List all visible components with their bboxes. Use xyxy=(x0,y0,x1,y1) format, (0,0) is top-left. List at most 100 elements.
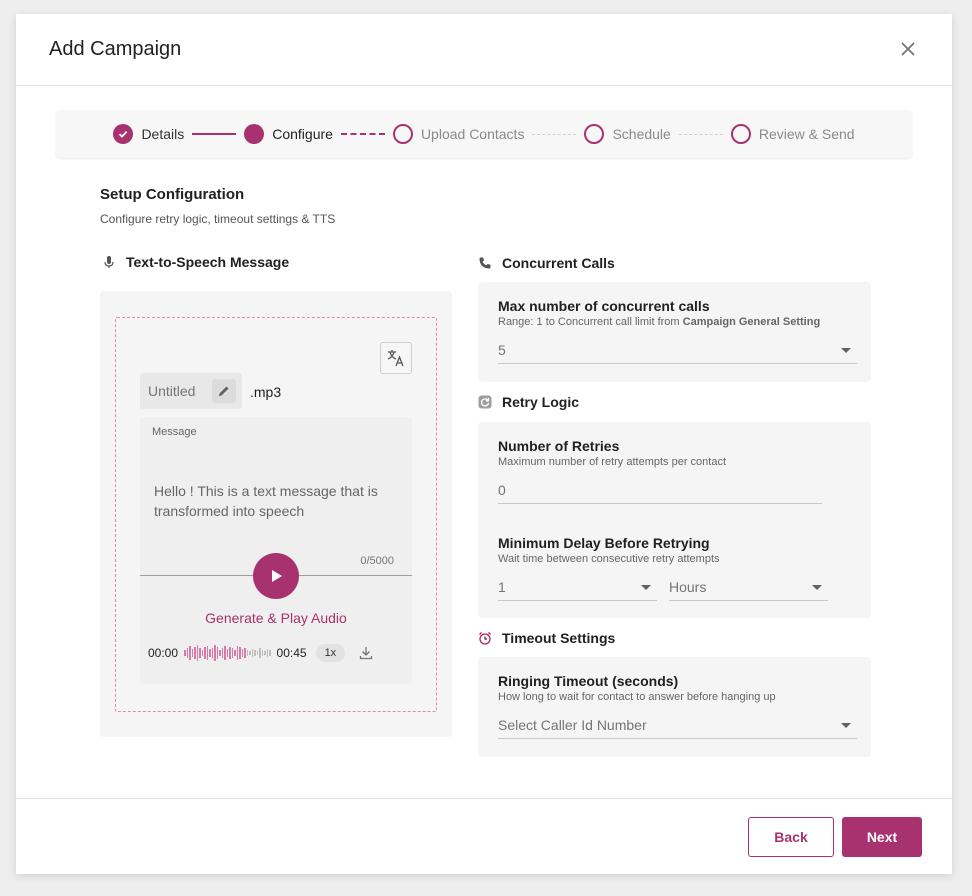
dropdown-arrow-icon xyxy=(841,723,851,728)
waveform-bar xyxy=(239,647,241,659)
active-step-icon xyxy=(244,124,265,144)
message-textarea[interactable]: Message Hello ! This is a text message t… xyxy=(140,417,412,684)
filename-field[interactable]: Untitled xyxy=(140,373,242,409)
concurrent-heading: Concurrent Calls xyxy=(478,255,615,271)
campaign-stepper: Details Configure Upload Contacts Schedu… xyxy=(56,110,912,158)
waveform-bar xyxy=(229,647,231,659)
step-label: Details xyxy=(141,126,185,142)
waveform-bar xyxy=(184,650,186,656)
step-schedule[interactable]: Schedule xyxy=(584,124,671,144)
step-label: Upload Contacts xyxy=(420,126,525,142)
message-label: Message xyxy=(152,426,197,438)
waveform-bar xyxy=(249,651,251,655)
translate-icon xyxy=(387,350,404,367)
step-details[interactable]: Details xyxy=(113,124,184,144)
concurrent-help-link: Campaign General Setting xyxy=(682,316,821,328)
delay-unit: Hours xyxy=(669,579,707,595)
retries-value: 0 xyxy=(498,482,506,498)
ringing-timeout-label: Ringing Timeout (seconds) xyxy=(498,673,679,689)
waveform-bar xyxy=(196,645,199,661)
caller-id-placeholder: Select Caller Id Number xyxy=(498,717,647,733)
waveform-bar xyxy=(214,645,216,661)
step-connector xyxy=(532,133,577,135)
waveform-bar xyxy=(199,648,201,658)
waveform-bar xyxy=(209,649,211,657)
delay-unit-select[interactable]: Hours xyxy=(669,577,828,601)
waveform-bar xyxy=(236,646,239,660)
waveform-bar xyxy=(186,648,189,658)
retry-logic-card: Number of Retries Maximum number of retr… xyxy=(478,422,871,618)
delay-label: Minimum Delay Before Retrying xyxy=(498,535,710,551)
waveform-bar xyxy=(191,649,194,657)
waveform-bar xyxy=(219,650,221,656)
caller-id-select[interactable]: Select Caller Id Number xyxy=(498,715,857,739)
dropdown-arrow-icon xyxy=(841,348,851,353)
waveform-bar xyxy=(221,648,224,658)
tts-heading: Text-to-Speech Message xyxy=(102,254,289,270)
concurrent-label: Max number of concurrent calls xyxy=(498,298,710,314)
step-review-send[interactable]: Review & Send xyxy=(730,124,855,144)
tts-dropzone: Untitled .mp3 Message Hello ! This is a … xyxy=(115,317,437,712)
back-button[interactable]: Back xyxy=(748,817,834,857)
play-button[interactable] xyxy=(253,553,299,599)
delay-value-select[interactable]: 1 xyxy=(498,577,657,601)
audio-player: 00:00 00:45 1x xyxy=(148,643,404,663)
close-icon[interactable] xyxy=(900,41,916,57)
modal-header: Add Campaign xyxy=(16,14,952,86)
download-icon[interactable] xyxy=(359,646,373,660)
section-title: Setup Configuration xyxy=(100,186,245,203)
message-text: Hello ! This is a text message that is t… xyxy=(154,483,378,519)
waveform-bar xyxy=(246,650,249,656)
microphone-icon xyxy=(104,256,114,268)
filename-value: Untitled xyxy=(148,383,196,399)
retry-heading-label: Retry Logic xyxy=(502,394,580,410)
retries-label: Number of Retries xyxy=(498,438,620,454)
delay-help: Wait time between consecutive retry atte… xyxy=(498,553,720,565)
step-upload-contacts[interactable]: Upload Contacts xyxy=(392,124,525,144)
pending-step-icon xyxy=(730,124,751,144)
step-label: Review & Send xyxy=(758,126,855,142)
retries-help: Maximum number of retry attempts per con… xyxy=(498,456,727,468)
next-button[interactable]: Next xyxy=(842,817,922,857)
waveform-bar xyxy=(201,650,204,656)
tts-panel: Untitled .mp3 Message Hello ! This is a … xyxy=(100,291,452,737)
pencil-icon[interactable] xyxy=(212,379,236,403)
waveform-bar xyxy=(244,648,246,658)
dropdown-arrow-icon xyxy=(641,585,651,590)
retry-heading: Retry Logic xyxy=(478,394,579,410)
refresh-icon xyxy=(478,395,492,409)
waveform-bar xyxy=(189,646,191,660)
pending-step-icon xyxy=(392,124,413,144)
step-configure[interactable]: Configure xyxy=(244,124,333,144)
step-connector xyxy=(192,133,237,135)
playback-speed-button[interactable]: 1x xyxy=(315,644,346,662)
retries-input[interactable]: 0 xyxy=(498,480,822,504)
check-icon xyxy=(113,124,134,144)
waveform-bar xyxy=(224,646,226,660)
step-label: Schedule xyxy=(612,126,671,142)
waveform-bar xyxy=(269,650,271,656)
tts-heading-label: Text-to-Speech Message xyxy=(126,254,290,270)
ringing-timeout-help: How long to wait for contact to answer b… xyxy=(498,691,776,703)
step-connector xyxy=(678,133,723,135)
modal-title: Add Campaign xyxy=(49,38,182,60)
concurrent-help: Range: 1 to Concurrent call limit from C… xyxy=(498,316,820,328)
step-label: Configure xyxy=(272,126,333,142)
char-counter: 0/5000 xyxy=(360,555,394,567)
alarm-clock-icon xyxy=(479,632,491,645)
concurrent-value: 5 xyxy=(498,342,506,358)
waveform-bar xyxy=(256,651,259,655)
waveform-bar xyxy=(266,649,269,657)
waveform-bar xyxy=(211,648,214,658)
generate-audio-button[interactable]: Generate & Play Audio xyxy=(140,610,412,626)
timeout-heading-label: Timeout Settings xyxy=(502,630,616,646)
step-connector xyxy=(340,133,385,135)
translate-button[interactable] xyxy=(380,342,412,374)
audio-waveform[interactable] xyxy=(184,644,271,662)
waveform-bar xyxy=(264,651,266,655)
waveform-bar xyxy=(261,650,264,656)
waveform-bar xyxy=(194,647,196,659)
time-start: 00:00 xyxy=(148,646,179,660)
time-end: 00:45 xyxy=(276,646,307,660)
concurrent-select[interactable]: 5 xyxy=(498,340,857,364)
